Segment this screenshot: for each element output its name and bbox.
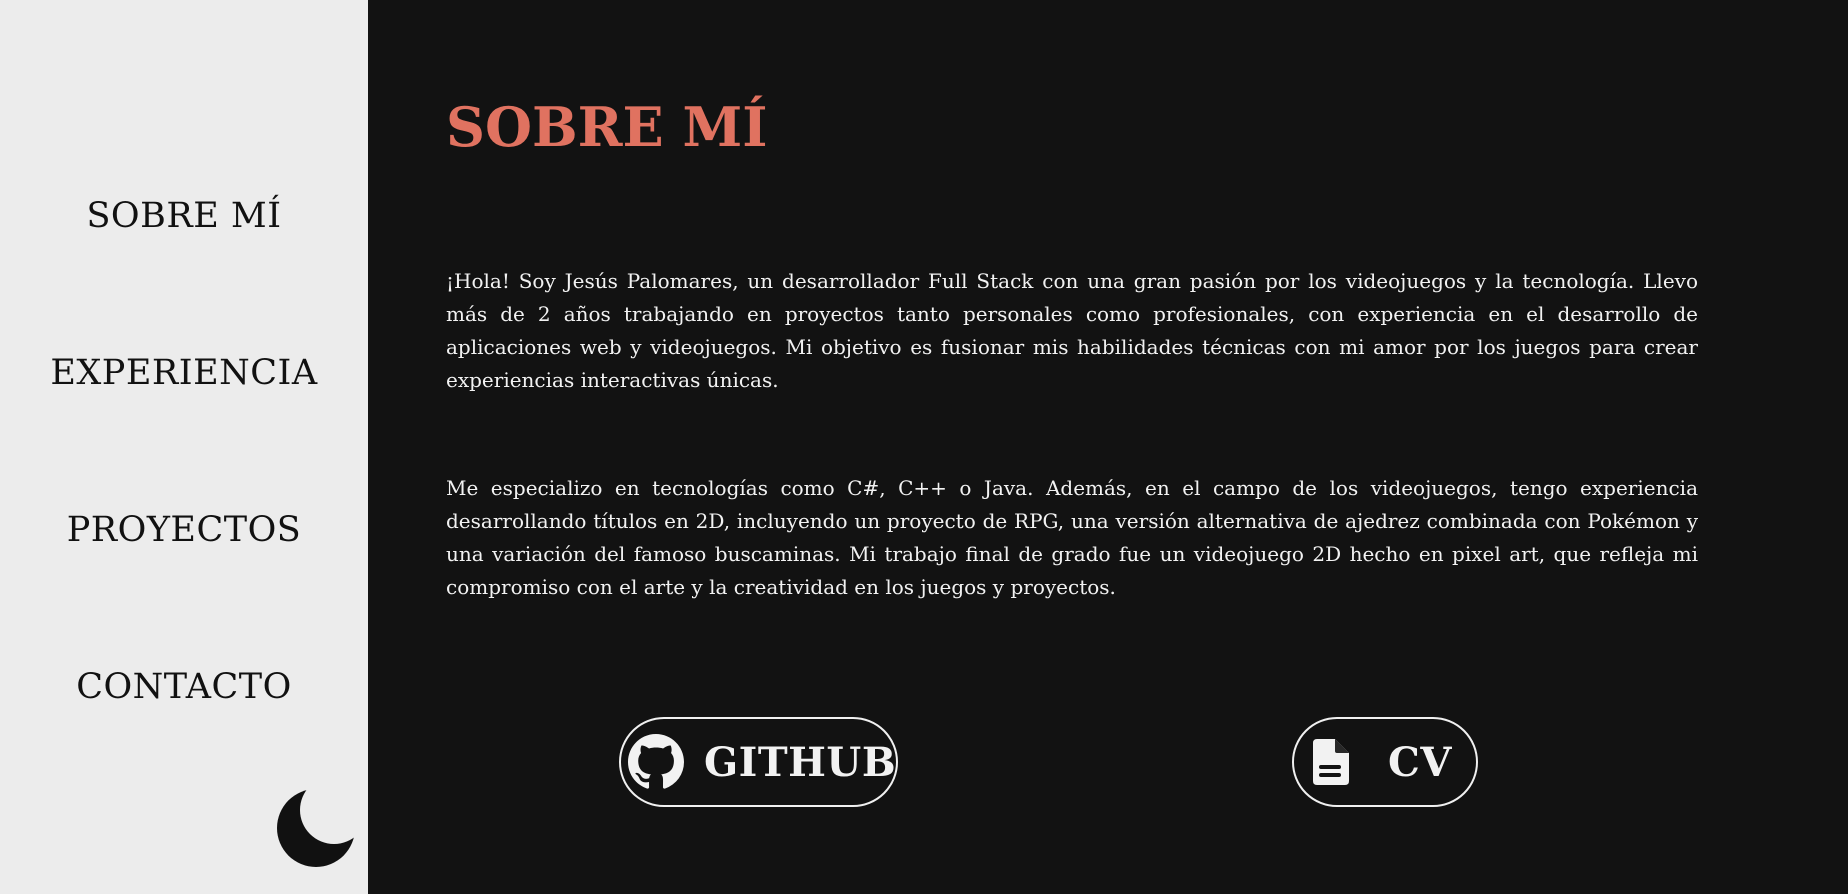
cv-button-label: CV: [1388, 738, 1452, 786]
github-icon: [628, 733, 684, 791]
sidebar-item-sobre-mi[interactable]: SOBRE MÍ: [0, 199, 368, 234]
sidebar-item-proyectos[interactable]: PROYECTOS: [0, 513, 368, 548]
main-content: SOBRE MÍ ¡Hola! Soy Jesús Palomares, un …: [368, 0, 1848, 894]
moon-icon: [277, 789, 355, 867]
document-icon: [1302, 733, 1360, 791]
page-title: SOBRE MÍ: [446, 95, 768, 159]
intro-paragraph: ¡Hola! Soy Jesús Palomares, un desarroll…: [446, 269, 1698, 392]
sidebar-item-contacto[interactable]: CONTACTO: [0, 670, 368, 705]
page: SOBRE MÍ EXPERIENCIA PROYECTOS CONTACTO …: [0, 0, 1848, 894]
sidebar: SOBRE MÍ EXPERIENCIA PROYECTOS CONTACTO: [0, 0, 368, 894]
cv-button[interactable]: CV: [1292, 717, 1478, 807]
sidebar-item-experiencia[interactable]: EXPERIENCIA: [0, 356, 368, 391]
skills-paragraph: Me especializo en tecnologías como C#, C…: [446, 476, 1698, 599]
theme-toggle-button[interactable]: [276, 788, 356, 868]
github-button-label: GITHUB: [704, 738, 897, 786]
github-button[interactable]: GITHUB: [619, 717, 898, 807]
